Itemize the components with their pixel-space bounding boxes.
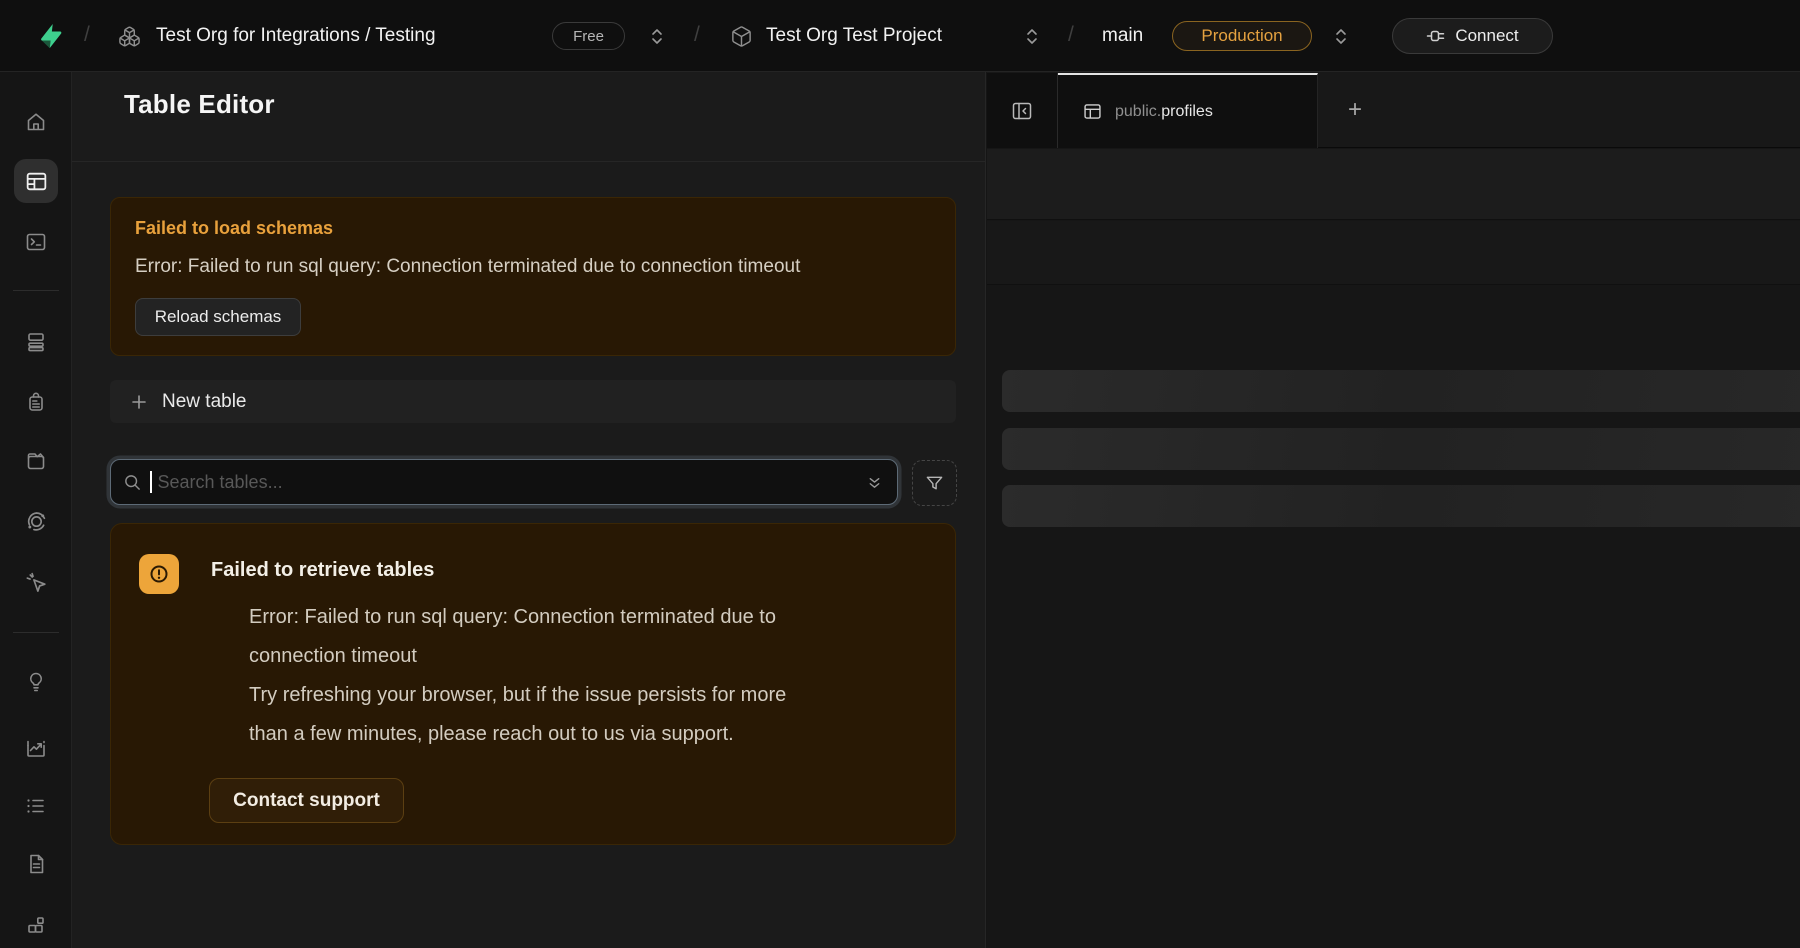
search-placeholder: Search tables... bbox=[158, 472, 283, 493]
panel-collapse-icon bbox=[1010, 99, 1034, 123]
sidebar-item-edge-functions[interactable] bbox=[12, 498, 60, 542]
sidebar-item-database[interactable] bbox=[12, 320, 60, 364]
sidebar-item-table-editor[interactable] bbox=[12, 159, 60, 203]
organization-icon bbox=[118, 25, 141, 48]
sidebar-item-api-docs[interactable] bbox=[12, 842, 60, 886]
sidebar-item-storage[interactable] bbox=[12, 439, 60, 483]
schemas-error-banner: Failed to load schemas Error: Failed to … bbox=[110, 197, 956, 356]
skeleton-row bbox=[1002, 370, 1800, 412]
error-message-line: than a few minutes, please reach out to … bbox=[249, 723, 734, 746]
branch-breadcrumb[interactable]: main bbox=[1102, 25, 1143, 47]
edge-functions-icon bbox=[24, 508, 49, 533]
grid-body-loading bbox=[987, 286, 1800, 948]
project-selector-chevrons-icon[interactable] bbox=[1025, 27, 1039, 46]
sidebar-item-logs[interactable] bbox=[12, 784, 60, 828]
page-title: Table Editor bbox=[124, 89, 275, 120]
realtime-icon bbox=[24, 570, 49, 595]
new-tab-button[interactable]: + bbox=[1339, 94, 1371, 126]
grid-header-loading bbox=[987, 221, 1800, 285]
tables-error-banner: Failed to retrieve tables Error: Failed … bbox=[110, 523, 956, 845]
connect-label: Connect bbox=[1455, 26, 1518, 46]
search-tables-input[interactable]: Search tables... bbox=[110, 459, 898, 505]
menu-header: Table Editor bbox=[72, 72, 985, 162]
error-message-line: connection timeout bbox=[249, 645, 417, 668]
tab-table-label: profiles bbox=[1161, 103, 1213, 120]
filter-funnel-icon bbox=[925, 474, 944, 493]
org-selector-chevrons-icon[interactable] bbox=[650, 27, 664, 46]
error-message-line: Try refreshing your browser, but if the … bbox=[249, 684, 786, 707]
skeleton-row bbox=[1002, 485, 1800, 527]
error-message-line: Error: Failed to run sql query: Connecti… bbox=[249, 606, 776, 629]
breadcrumb-separator: / bbox=[1068, 23, 1074, 47]
plus-icon bbox=[130, 393, 148, 411]
chevrons-down-icon[interactable] bbox=[866, 474, 883, 491]
breadcrumb-separator: / bbox=[694, 23, 700, 47]
integrations-icon bbox=[24, 913, 48, 937]
project-icon bbox=[730, 25, 753, 48]
advisors-icon bbox=[24, 670, 48, 694]
api-docs-icon bbox=[24, 852, 48, 876]
sidebar-item-home[interactable] bbox=[12, 100, 60, 144]
new-table-button[interactable]: New table bbox=[110, 380, 956, 423]
supabase-dashboard: / Test Org for Integrations / Testing Fr… bbox=[0, 0, 1800, 948]
collapse-sidebar-button[interactable] bbox=[987, 73, 1058, 148]
rail-divider bbox=[13, 632, 59, 633]
tab-bar: public.profiles + bbox=[987, 72, 1800, 148]
top-header: / Test Org for Integrations / Testing Fr… bbox=[0, 0, 1800, 72]
branch-production-badge: Production bbox=[1172, 21, 1312, 51]
reports-icon bbox=[24, 736, 48, 760]
sidebar-item-integrations[interactable] bbox=[12, 903, 60, 947]
skeleton-row bbox=[1002, 428, 1800, 470]
org-breadcrumb[interactable]: Test Org for Integrations / Testing bbox=[156, 25, 436, 47]
error-title: Failed to retrieve tables bbox=[211, 559, 434, 582]
error-title: Failed to load schemas bbox=[135, 218, 333, 239]
reload-schemas-button[interactable]: Reload schemas bbox=[135, 298, 301, 336]
tab-public-profiles[interactable]: public.profiles bbox=[1058, 73, 1318, 148]
nav-rail bbox=[0, 72, 72, 948]
sidebar-item-authentication[interactable] bbox=[12, 380, 60, 424]
sql-editor-icon bbox=[24, 230, 48, 254]
storage-icon bbox=[24, 449, 48, 473]
sidebar-item-sql-editor[interactable] bbox=[12, 220, 60, 264]
sidebar-item-reports[interactable] bbox=[12, 726, 60, 770]
filter-tables-button[interactable] bbox=[912, 460, 957, 506]
rail-divider bbox=[13, 290, 59, 291]
plug-icon bbox=[1426, 26, 1446, 46]
table-icon bbox=[1082, 101, 1103, 122]
grid-toolbar-loading bbox=[987, 149, 1800, 220]
logs-icon bbox=[24, 794, 48, 818]
auth-icon bbox=[24, 390, 48, 414]
tab-schema-label: public. bbox=[1115, 103, 1161, 120]
connect-button[interactable]: Connect bbox=[1392, 18, 1553, 54]
new-table-label: New table bbox=[162, 391, 247, 413]
org-plan-badge: Free bbox=[552, 22, 625, 50]
search-icon bbox=[123, 473, 142, 492]
contact-support-button[interactable]: Contact support bbox=[209, 778, 404, 823]
database-icon bbox=[24, 330, 48, 354]
home-icon bbox=[24, 110, 48, 134]
branch-selector-chevrons-icon[interactable] bbox=[1334, 27, 1348, 46]
table-editor-icon bbox=[24, 169, 49, 194]
warning-icon bbox=[139, 554, 179, 594]
sidebar-item-realtime[interactable] bbox=[12, 560, 60, 604]
supabase-logo-icon[interactable] bbox=[38, 23, 64, 49]
table-editor-menu: Table Editor Failed to load schemas Erro… bbox=[72, 72, 986, 948]
error-message: Error: Failed to run sql query: Connecti… bbox=[135, 256, 800, 278]
sidebar-item-advisors[interactable] bbox=[12, 660, 60, 704]
breadcrumb-separator: / bbox=[84, 23, 90, 47]
table-view-panel: public.profiles + bbox=[987, 72, 1800, 948]
text-caret bbox=[150, 471, 152, 493]
project-breadcrumb[interactable]: Test Org Test Project bbox=[766, 25, 942, 47]
